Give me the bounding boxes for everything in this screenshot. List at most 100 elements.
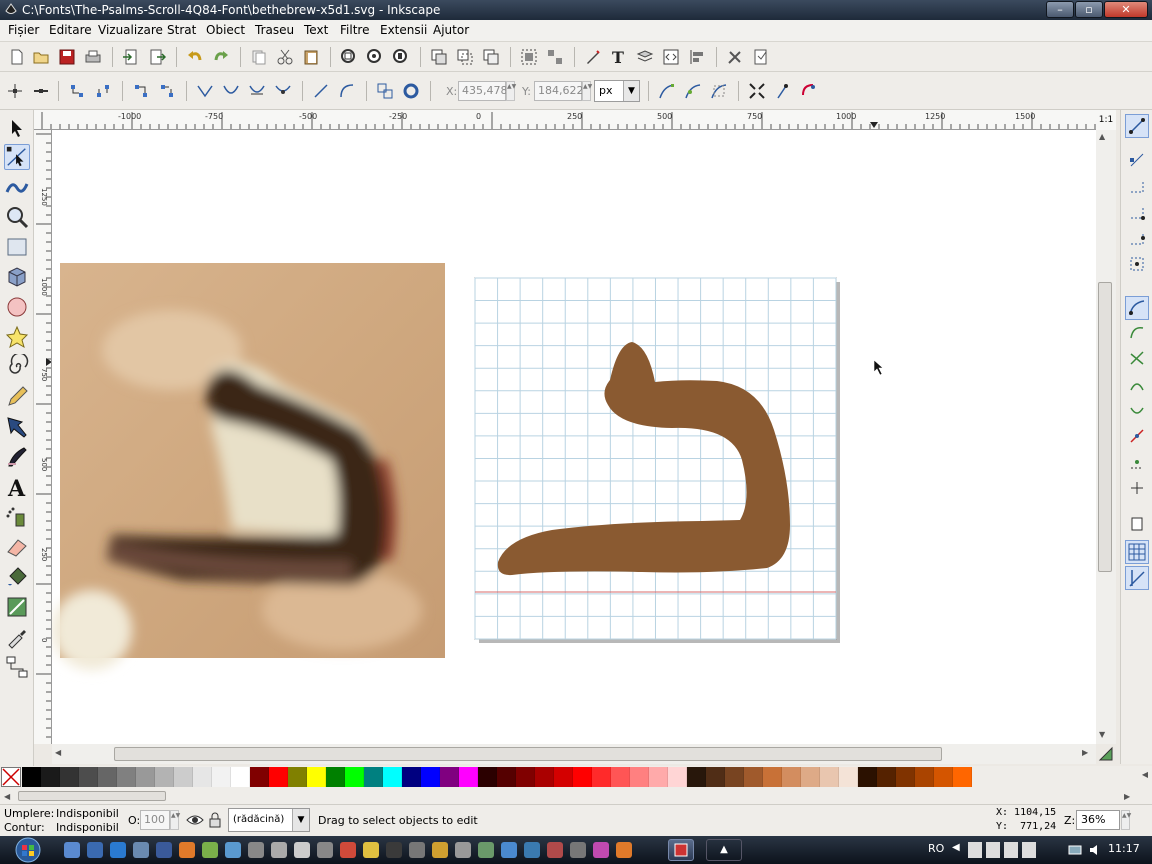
color-swatch[interactable] — [592, 767, 611, 787]
next-path-effect-icon[interactable] — [658, 82, 676, 100]
quick-launch-icon[interactable] — [248, 842, 264, 858]
zoom-1-to-1-icon[interactable]: 1:1 — [1096, 110, 1116, 130]
color-swatch[interactable] — [630, 767, 649, 787]
ellipse-tool-icon[interactable] — [4, 294, 30, 320]
selector-tool-icon[interactable] — [4, 116, 30, 142]
color-swatch[interactable] — [516, 767, 535, 787]
menu-extensions[interactable]: Extensii — [380, 23, 427, 37]
snap-object-midpoints-icon[interactable] — [1129, 454, 1145, 470]
color-swatch[interactable] — [41, 767, 60, 787]
snap-bbox-midpoint-icon[interactable] — [1129, 230, 1145, 246]
show-clippath-icon[interactable] — [684, 82, 702, 100]
color-swatch[interactable] — [953, 767, 972, 787]
snap-bbox-icon[interactable] — [1129, 152, 1145, 168]
horizontal-ruler[interactable]: -1000 -750 -500 -250 0 250 500 750 1000 … — [34, 110, 1116, 130]
lock-icon[interactable] — [208, 812, 222, 828]
copy-icon[interactable] — [250, 48, 268, 66]
palette-scroll-thumb[interactable] — [18, 791, 166, 801]
cut-icon[interactable] — [276, 48, 294, 66]
show-handles-icon[interactable] — [774, 82, 792, 100]
menu-help[interactable]: Ajutor — [433, 23, 469, 37]
scroll-left-icon[interactable]: ◀ — [4, 792, 10, 801]
horizontal-scroll-thumb[interactable] — [114, 747, 942, 761]
menu-file[interactable]: Fișier — [8, 23, 39, 37]
color-swatch[interactable] — [22, 767, 41, 787]
ungroup-icon[interactable] — [546, 48, 564, 66]
tray-app-icon[interactable] — [968, 842, 982, 858]
menu-filters[interactable]: Filtre — [340, 23, 369, 37]
calligraphy-tool-icon[interactable] — [4, 444, 30, 470]
export-icon[interactable] — [148, 48, 166, 66]
quick-launch-icon[interactable] — [409, 842, 425, 858]
y-spinner[interactable]: ▲▼ — [582, 81, 592, 101]
color-swatch[interactable] — [60, 767, 79, 787]
color-swatch[interactable] — [288, 767, 307, 787]
clone-icon[interactable] — [456, 48, 474, 66]
color-swatch[interactable] — [858, 767, 877, 787]
quick-launch-icon[interactable] — [133, 842, 149, 858]
stroke-value[interactable]: Indisponibil — [56, 821, 119, 834]
color-swatch[interactable] — [345, 767, 364, 787]
snap-cusp-nodes-icon[interactable] — [1129, 376, 1145, 392]
zoom-drawing-icon[interactable] — [366, 48, 384, 66]
color-swatch[interactable] — [136, 767, 155, 787]
quick-launch-icon[interactable] — [455, 842, 471, 858]
quick-launch-icon[interactable] — [64, 842, 80, 858]
color-swatch[interactable] — [668, 767, 687, 787]
node-symmetric-icon[interactable] — [248, 82, 266, 100]
snap-guides-toggle[interactable] — [1125, 566, 1149, 590]
layers-icon[interactable] — [636, 48, 654, 66]
paste-icon[interactable] — [302, 48, 320, 66]
scroll-up-icon[interactable]: ▲ — [1099, 132, 1105, 141]
color-swatch[interactable] — [896, 767, 915, 787]
color-swatch[interactable] — [554, 767, 573, 787]
quick-launch-icon[interactable] — [363, 842, 379, 858]
quick-launch-icon[interactable] — [340, 842, 356, 858]
rectangle-tool-icon[interactable] — [4, 234, 30, 260]
new-document-icon[interactable] — [8, 48, 26, 66]
node-smooth-icon[interactable] — [222, 82, 240, 100]
color-swatch[interactable] — [402, 767, 421, 787]
snap-page-border-icon[interactable] — [1129, 516, 1145, 532]
quick-launch-icon[interactable] — [547, 842, 563, 858]
scroll-down-icon[interactable]: ▼ — [1099, 730, 1105, 739]
zoom-input[interactable]: 36% — [1076, 810, 1120, 830]
no-paint-swatch[interactable] — [1, 767, 21, 787]
quick-launch-icon[interactable] — [501, 842, 517, 858]
quick-launch-icon[interactable] — [593, 842, 609, 858]
delete-node-icon[interactable] — [32, 82, 50, 100]
eraser-tool-icon[interactable] — [4, 534, 30, 560]
snap-nodes-toggle[interactable] — [1125, 296, 1149, 320]
horizontal-scrollbar[interactable]: ◀ ▶ — [52, 744, 1096, 764]
color-swatch[interactable] — [915, 767, 934, 787]
zoom-spinner[interactable]: ▲▼ — [1121, 810, 1131, 830]
delete-segment-icon[interactable] — [158, 82, 176, 100]
vertical-scroll-thumb[interactable] — [1098, 282, 1112, 572]
color-swatch[interactable] — [649, 767, 668, 787]
print-icon[interactable] — [84, 48, 102, 66]
vertical-scrollbar[interactable]: ▲ ▼ — [1096, 130, 1116, 744]
snap-toggle[interactable] — [1125, 114, 1149, 138]
segment-curve-icon[interactable] — [338, 82, 356, 100]
snap-line-midpoints-icon[interactable] — [1129, 428, 1145, 444]
x-coordinate-input[interactable]: 435,478 — [458, 81, 508, 101]
connector-tool-icon[interactable] — [4, 654, 30, 680]
menu-text[interactable]: Text — [304, 23, 328, 37]
color-swatch[interactable] — [326, 767, 345, 787]
color-swatch[interactable] — [440, 767, 459, 787]
fill-value[interactable]: Indisponibil — [56, 807, 119, 820]
color-swatch[interactable] — [934, 767, 953, 787]
chevron-down-icon[interactable]: ▼ — [292, 809, 309, 831]
snap-rotation-center-icon[interactable] — [1129, 480, 1145, 496]
quick-launch-icon[interactable] — [478, 842, 494, 858]
color-manage-icon[interactable] — [1098, 746, 1114, 762]
3d-box-tool-icon[interactable] — [4, 264, 30, 290]
node-cusp-icon[interactable] — [196, 82, 214, 100]
tray-app-icon[interactable] — [986, 842, 1000, 858]
quick-launch-icon[interactable] — [156, 842, 172, 858]
tray-app-icon[interactable] — [1022, 842, 1036, 858]
quick-launch-icon[interactable] — [225, 842, 241, 858]
close-button[interactable]: ✕ — [1104, 1, 1148, 18]
pencil-tool-icon[interactable] — [4, 384, 30, 410]
node-tool[interactable] — [4, 144, 30, 170]
